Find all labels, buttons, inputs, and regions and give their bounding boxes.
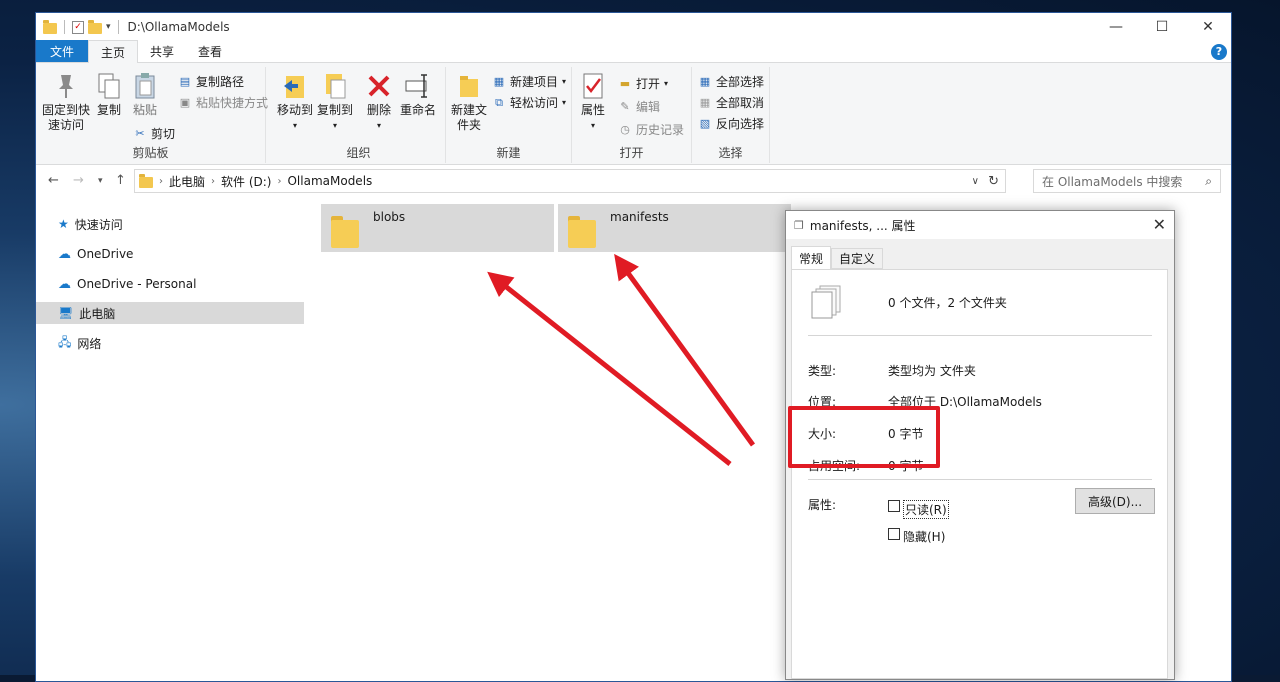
arrow-to-blobs <box>487 271 732 466</box>
annotation-arrows <box>487 253 756 466</box>
arrow-to-manifests <box>614 253 756 447</box>
